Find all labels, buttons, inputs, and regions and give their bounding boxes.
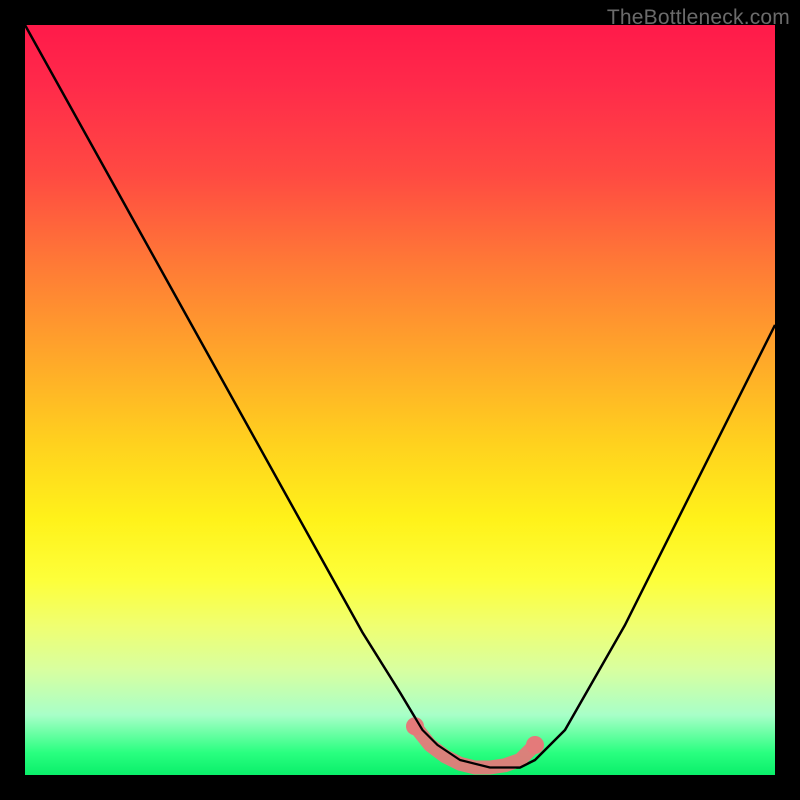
curve-svg [25,25,775,775]
bottleneck-curve [25,25,775,768]
bottleneck-curve-overlay [25,25,775,768]
plot-area [25,25,775,775]
highlight-endpoint [526,736,544,754]
highlight-band [415,726,535,767]
chart-container: TheBottleneck.com [0,0,800,800]
